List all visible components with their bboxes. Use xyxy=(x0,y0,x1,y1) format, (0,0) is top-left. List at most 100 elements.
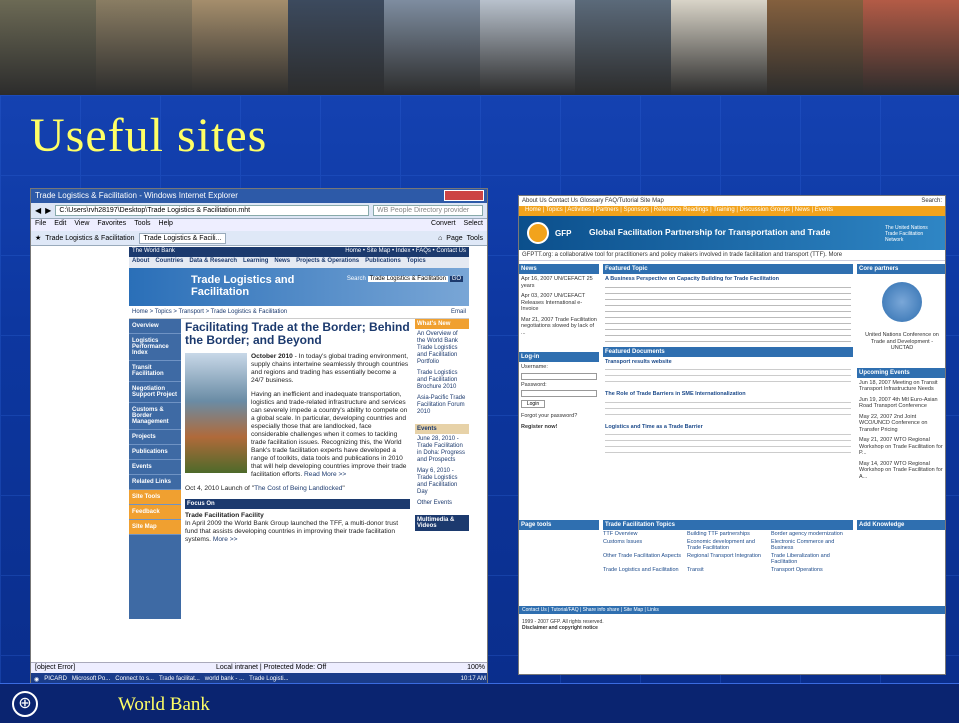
doc-title[interactable]: Logistics and Time as a Trade Barrier xyxy=(605,424,703,430)
upcoming-item[interactable]: Jun 19, 2007 4th Mtl Euro-Asian Road Tra… xyxy=(857,395,945,412)
doc-title[interactable]: Transport results website xyxy=(605,359,672,365)
upcoming-item[interactable]: May 22, 2007 2nd Joint WCO/UNCD Conferen… xyxy=(857,412,945,436)
topic-link[interactable]: Trade Logistics and Facilitation xyxy=(603,567,685,573)
topic-link[interactable]: Border agency modernization xyxy=(771,531,853,537)
whats-new-item[interactable]: Asia-Pacific Trade Facilitation Forum 20… xyxy=(415,393,469,418)
news-item[interactable]: Apr 03, 2007 UN/CEFACT Releases Internat… xyxy=(519,291,599,315)
login-button[interactable]: Login xyxy=(521,400,545,408)
nav-projects[interactable]: Projects & Operations xyxy=(296,258,359,267)
email-link[interactable]: Email xyxy=(451,309,466,315)
tab-2[interactable]: Trade Logistics & Facili... xyxy=(138,232,227,244)
favorites-star-icon[interactable]: ★ xyxy=(35,234,41,242)
news-item[interactable]: Mar 21, 2007 Trade Facilitation negotiat… xyxy=(519,315,599,339)
upcoming-item[interactable]: May 14, 2007 WTO Regional Workshop on Tr… xyxy=(857,459,945,483)
menu-favorites[interactable]: Favorites xyxy=(97,220,126,230)
tab-1[interactable]: Trade Logistics & Facilitation xyxy=(45,235,134,242)
forgot-link[interactable]: Forgot your password? xyxy=(519,411,599,422)
left-nav-item[interactable]: Customs & Border Management xyxy=(129,403,181,430)
menu-edit[interactable]: Edit xyxy=(54,220,66,230)
menu-file[interactable]: File xyxy=(35,220,46,230)
read-more-link[interactable]: Read More >> xyxy=(304,471,346,478)
left-nav-item[interactable]: Overview xyxy=(129,319,181,334)
topic-link[interactable]: Electronic Commerce and Business xyxy=(771,539,853,551)
event-item[interactable]: Other Events xyxy=(415,498,469,509)
news-item[interactable]: Apr 16, 2007 UN/CEFACT 25 years xyxy=(519,274,599,291)
left-nav-item[interactable]: Events xyxy=(129,460,181,475)
topic-link[interactable]: Economic development and Trade Facilitat… xyxy=(687,539,769,551)
taskbar-item[interactable]: Microsoft Po... xyxy=(72,676,110,682)
gf-toplinks[interactable]: About Us Contact Us Glossary FAQ/Tutoria… xyxy=(522,198,664,204)
taskbar-item[interactable]: world bank - ... xyxy=(205,676,244,682)
doc-item: Transport results website xyxy=(603,357,853,368)
tools-menu[interactable]: Tools xyxy=(467,235,483,242)
nav-data[interactable]: Data & Research xyxy=(189,258,237,267)
topic-link[interactable]: Regional Transport Integration xyxy=(687,553,769,565)
gf-footer-nav[interactable]: Contact Us | Tutorial/FAQ | Share info s… xyxy=(519,606,945,614)
gf-orange-nav[interactable]: Home | Topics | Activities | Partners | … xyxy=(519,206,945,216)
topic-link[interactable]: Building TTF partnerships xyxy=(687,531,769,537)
left-nav-item[interactable]: Related Links xyxy=(129,475,181,490)
upcoming-item[interactable]: May 21, 2007 WTO Regional Workshop on Tr… xyxy=(857,435,945,459)
nav-news[interactable]: News xyxy=(274,258,290,267)
featured-title[interactable]: A Business Perspective on Capacity Build… xyxy=(603,274,853,285)
nav-countries[interactable]: Countries xyxy=(155,258,183,267)
home-icon[interactable]: ⌂ xyxy=(438,235,442,242)
whats-new-item[interactable]: An Overview of the World Bank Trade Logi… xyxy=(415,329,469,368)
nav-learning[interactable]: Learning xyxy=(243,258,268,267)
forward-icon[interactable]: ▶ xyxy=(45,206,51,215)
more-link[interactable]: More >> xyxy=(213,536,238,543)
launch-line: Oct 4, 2010 Launch of "The Cost of Being… xyxy=(185,485,410,493)
menu-help[interactable]: Help xyxy=(159,220,173,230)
menu-tools[interactable]: Tools xyxy=(134,220,150,230)
topic-link[interactable]: Transit xyxy=(687,567,769,573)
event-item[interactable]: June 28, 2010 - Trade Facilitation in Do… xyxy=(415,434,469,466)
wb-toplinks[interactable]: Home • Site Map • Index • FAQs • Contact… xyxy=(345,248,466,256)
address-field[interactable]: C:\Users\rvh28197\Desktop\Trade Logistic… xyxy=(55,205,369,216)
taskbar-item[interactable]: Trade Logisti... xyxy=(249,676,288,682)
event-item[interactable]: May 6, 2010 - Trade Logistics and Facili… xyxy=(415,466,469,498)
convert-button[interactable]: Convert xyxy=(431,220,456,230)
start-icon[interactable]: ◉ xyxy=(34,676,39,683)
register-link[interactable]: Register now! xyxy=(519,422,599,433)
search-select[interactable]: Trade Logistics & Facilitation xyxy=(367,276,448,282)
nav-topics[interactable]: Topics xyxy=(407,258,426,267)
go-button[interactable]: GO xyxy=(449,276,463,282)
left-nav-item[interactable]: Projects xyxy=(129,430,181,445)
password-input[interactable] xyxy=(521,390,597,397)
window-controls[interactable] xyxy=(444,190,484,201)
upcoming-item[interactable]: Jun 18, 2007 Meeting on Transit Transpor… xyxy=(857,378,945,395)
back-icon[interactable]: ◀ xyxy=(35,206,41,215)
menu-view[interactable]: View xyxy=(74,220,89,230)
select-button[interactable]: Select xyxy=(464,220,483,230)
topic-link[interactable]: Customs Issues xyxy=(603,539,685,551)
search-input[interactable]: WB People Directory provider xyxy=(373,205,483,216)
taskbar-item[interactable]: PICARD xyxy=(44,676,67,682)
zoom-level[interactable]: 100% xyxy=(467,664,485,672)
worldbank-screenshot: Trade Logistics & Facilitation - Windows… xyxy=(30,188,488,686)
nav-publications[interactable]: Publications xyxy=(365,258,401,267)
wb-logo[interactable]: The World Bank xyxy=(132,248,175,256)
focus-title[interactable]: Trade Facilitation Facility xyxy=(185,512,264,519)
username-input[interactable] xyxy=(521,372,597,380)
sitemap-link[interactable]: Site Map xyxy=(129,520,181,535)
left-nav-item[interactable]: Logistics Performance Index xyxy=(129,334,181,361)
left-nav-item[interactable]: Transit Facilitation xyxy=(129,361,181,382)
topic-link[interactable]: TTF Overview xyxy=(603,531,685,537)
topic-link[interactable]: Trade Liberalization and Facilitation xyxy=(771,553,853,565)
tf-topics-heading: Trade Facilitation Topics xyxy=(603,520,853,530)
gfp-logo-icon[interactable] xyxy=(527,222,549,244)
launch-link[interactable]: The Cost of Being Landlocked xyxy=(254,485,342,492)
left-nav-item[interactable]: Negotiation Support Project xyxy=(129,382,181,403)
doc-title[interactable]: The Role of Trade Barriers in SME Intern… xyxy=(605,391,746,397)
breadcrumb-text[interactable]: Home > Topics > Transport > Trade Logist… xyxy=(132,309,287,315)
taskbar-item[interactable]: Trade facilitat... xyxy=(159,676,200,682)
un-emblem-icon[interactable] xyxy=(882,282,922,322)
whats-new-item[interactable]: Trade Logistics and Facilitation Brochur… xyxy=(415,368,469,393)
topic-link[interactable]: Other Trade Facilitation Aspects xyxy=(603,553,685,565)
nav-about[interactable]: About xyxy=(132,258,149,267)
left-nav-item[interactable]: Publications xyxy=(129,445,181,460)
topic-link[interactable]: Transport Operations xyxy=(771,567,853,573)
feedback-link[interactable]: Feedback xyxy=(129,505,181,520)
taskbar-item[interactable]: Connect to s... xyxy=(115,676,154,682)
page-menu[interactable]: Page xyxy=(446,235,462,242)
